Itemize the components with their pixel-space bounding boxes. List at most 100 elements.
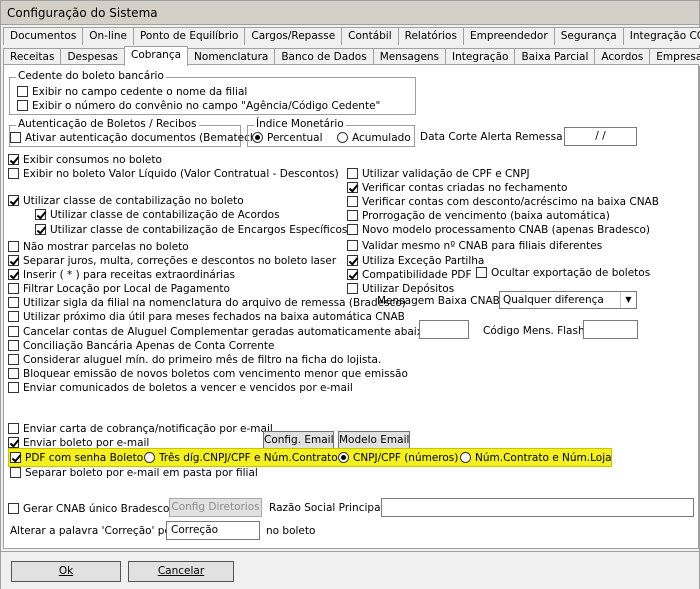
checkbox-box[interactable] [10, 467, 21, 478]
carta-cobranca-checkbox[interactable]: Enviar carta de cobrança/notificação por… [8, 422, 273, 435]
checkbox-box[interactable] [8, 269, 19, 280]
checkbox-box[interactable] [17, 86, 28, 97]
validar-cnab-checkbox[interactable]: Validar mesmo nº CNAB para filiais difer… [347, 239, 602, 252]
tab-ponto-de-equil-brio[interactable]: Ponto de Equilíbrio [132, 27, 246, 45]
cedente-convenio-checkbox[interactable]: Exibir o número do convênio no campo "Ag… [17, 99, 380, 112]
radio-dot[interactable] [460, 452, 471, 463]
checkbox-label: Exibir no campo cedente o nome da filial [32, 85, 248, 98]
checkbox-box[interactable] [10, 132, 21, 143]
checkbox-box[interactable] [8, 195, 19, 206]
classe-contab-checkbox[interactable]: Utilizar classe de contabilização no bol… [8, 194, 244, 207]
checkbox-box[interactable] [8, 340, 19, 351]
cnab-unico-checkbox[interactable]: Gerar CNAB único Bradesco [8, 502, 169, 515]
checkbox-box[interactable] [347, 255, 358, 266]
nao-mostrar-parcelas-checkbox[interactable]: Não mostrar parcelas no boleto [8, 240, 189, 253]
ocultar-exportacao-checkbox[interactable]: Ocultar exportação de boletos [476, 266, 650, 279]
checkbox-box[interactable] [8, 154, 19, 165]
tab-relat-rios[interactable]: Relatórios [397, 27, 464, 45]
checkbox-box[interactable] [35, 209, 46, 220]
separar-boleto-checkbox[interactable]: Separar boleto por e-mail em pasta por f… [10, 466, 258, 479]
checkbox-box[interactable] [8, 255, 19, 266]
verificar-desconto-checkbox[interactable]: Verificar contas com desconto/acréscimo … [347, 195, 659, 208]
novo-modelo-cnab-checkbox[interactable]: Novo modelo processamento CNAB (apenas B… [347, 223, 650, 236]
checkbox-box[interactable] [8, 354, 19, 365]
radio-dot[interactable] [337, 132, 348, 143]
checkbox-box[interactable] [347, 196, 358, 207]
valor-liquido-checkbox[interactable]: Exibir no boleto Valor Líquido (Valor Co… [8, 167, 339, 180]
checkbox-box[interactable] [347, 182, 358, 193]
contrato-loja-radio[interactable]: Núm.Contrato e Núm.Loja [460, 451, 612, 464]
exibir-consumos-checkbox[interactable]: Exibir consumos no boleto [8, 153, 162, 166]
checkbox-box[interactable] [8, 326, 19, 337]
radio-dot[interactable] [144, 452, 155, 463]
checkbox-box[interactable] [347, 168, 358, 179]
data-corte-input[interactable]: / / [564, 127, 637, 146]
ok-button[interactable]: Ok [11, 561, 121, 582]
checkbox-box[interactable] [347, 240, 358, 251]
tab-integra-o-com21[interactable]: Integração COM21 [622, 27, 700, 45]
validacao-cpf-checkbox[interactable]: Utilizar validação de CPF e CNPJ [347, 167, 530, 180]
inserir-asterisco-checkbox[interactable]: Inserir ( * ) para receitas extraordinár… [8, 268, 235, 281]
pdf-senha-checkbox[interactable]: PDF com senha Boleto [10, 451, 143, 464]
classe-encargos-checkbox[interactable]: Utilizar classe de contabilização de Enc… [35, 223, 347, 236]
comunicados-email-checkbox[interactable]: Enviar comunicados de boletos a vencer e… [8, 381, 353, 394]
classe-acordos-checkbox[interactable]: Utilizar classe de contabilização de Aco… [35, 208, 280, 221]
checkbox-box[interactable] [8, 283, 19, 294]
config-diretorios-button[interactable]: Config Diretorios [169, 498, 262, 517]
checkbox-label: Verificar contas criadas no fechamento [362, 181, 568, 194]
acumulado-radio[interactable]: Acumulado [337, 131, 411, 144]
tab-seguran-a[interactable]: Segurança [553, 27, 624, 45]
checkbox-box[interactable] [347, 269, 358, 280]
tab-empreendedor[interactable]: Empreendedor [462, 27, 555, 45]
compat-pdf-checkbox[interactable]: Compatibilidade PDF [347, 268, 472, 281]
cancelar-valor-input[interactable] [419, 320, 469, 339]
conciliacao-checkbox[interactable]: Conciliação Bancária Apenas de Conta Cor… [8, 339, 274, 352]
checkbox-box[interactable] [8, 297, 19, 308]
checkbox-box[interactable] [35, 224, 46, 235]
filtrar-locacao-checkbox[interactable]: Filtrar Locação por Local de Pagamento [8, 282, 230, 295]
tab-cargos-repasse[interactable]: Cargos/Repasse [244, 27, 343, 45]
radio-dot[interactable] [252, 132, 263, 143]
checkbox-box[interactable] [8, 503, 19, 514]
checkbox-box[interactable] [347, 210, 358, 221]
aluguel-minimo-checkbox[interactable]: Considerar aluguel mín. do primeiro mês … [8, 353, 381, 366]
correcao-input[interactable]: Correção [166, 521, 260, 540]
checkbox-box[interactable] [8, 368, 19, 379]
checkbox-box[interactable] [17, 100, 28, 111]
tab-cobran-a[interactable]: Cobrança [124, 46, 189, 66]
tab-documentos[interactable]: Documentos [3, 27, 84, 45]
proximo-dia-util-checkbox[interactable]: Utilizar próximo dia útil para meses fec… [8, 310, 405, 323]
checkbox-box[interactable] [8, 168, 19, 179]
tres-digitos-radio[interactable]: Três díg.CNPJ/CPF e Núm.Contrato [144, 451, 338, 464]
separar-juros-checkbox[interactable]: Separar juros, multa, correções e descon… [8, 254, 336, 267]
codigo-flash-input[interactable] [583, 320, 638, 339]
checkbox-box[interactable] [347, 283, 358, 294]
cedente-nome-filial-checkbox[interactable]: Exibir no campo cedente o nome da filial [17, 85, 247, 98]
excecao-partilha-checkbox[interactable]: Utiliza Exceção Partilha [347, 254, 484, 267]
checkbox-box[interactable] [347, 224, 358, 235]
checkbox-box[interactable] [10, 452, 21, 463]
checkbox-box[interactable] [8, 437, 19, 448]
checkbox-box[interactable] [8, 241, 19, 252]
bloquear-emissao-checkbox[interactable]: Bloquear emissão de novos boletos com ve… [8, 367, 408, 380]
checkbox-box[interactable] [476, 267, 487, 278]
mensagem-baixa-select[interactable]: Qualquer diferença ▼ [499, 291, 637, 309]
checkbox-box[interactable] [8, 423, 19, 434]
verificar-contas-checkbox[interactable]: Verificar contas criadas no fechamento [347, 181, 567, 194]
cancelar-aluguel-checkbox[interactable]: Cancelar contas de Aluguel Complementar … [8, 325, 463, 338]
cancel-button[interactable]: Cancelar [128, 561, 234, 582]
tab-on-line[interactable]: On-line [82, 27, 134, 45]
prorrogacao-checkbox[interactable]: Prorrogação de vencimento (baixa automát… [347, 209, 610, 222]
cnpj-cpf-radio[interactable]: CNPJ/CPF (números) [338, 451, 458, 464]
checkbox-box[interactable] [8, 311, 19, 322]
razao-social-input[interactable] [381, 498, 694, 517]
select-value: Qualquer diferença [503, 294, 604, 306]
tab-cont-bil[interactable]: Contábil [341, 27, 399, 45]
radio-dot[interactable] [338, 452, 349, 463]
checkbox-box[interactable] [8, 382, 19, 393]
bematech-checkbox[interactable]: Ativar autenticação documentos (Bematech… [10, 131, 261, 144]
percentual-radio[interactable]: Percentual [252, 131, 323, 144]
utilizar-depositos-checkbox[interactable]: Utilizar Depósitos [347, 282, 454, 295]
sigla-filial-checkbox[interactable]: Utilizar sigla da filial na nomenclatura… [8, 296, 406, 309]
chevron-down-icon[interactable]: ▼ [620, 292, 636, 308]
